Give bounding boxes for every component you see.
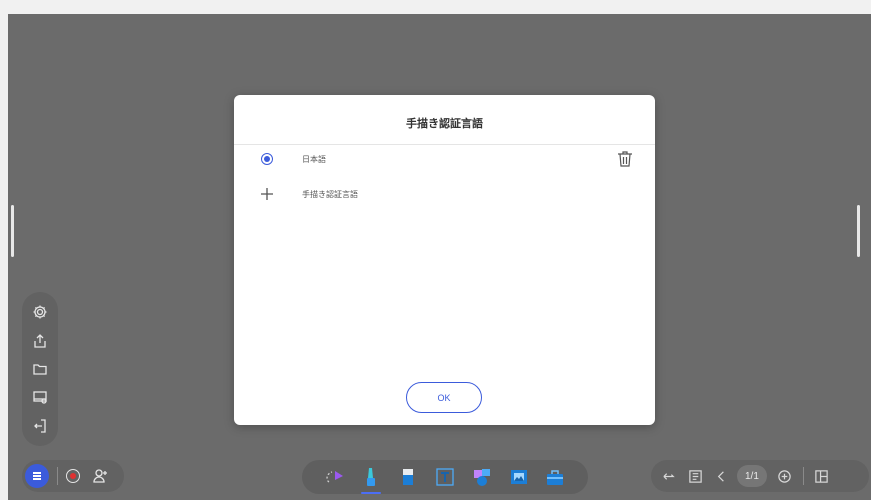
trash-icon bbox=[618, 151, 632, 167]
page-list-icon bbox=[688, 469, 702, 483]
bottom-left-toolbar bbox=[22, 460, 124, 492]
add-language-row[interactable]: 手描き認証言語 bbox=[234, 183, 655, 205]
tool-tray bbox=[302, 460, 588, 494]
record-button[interactable] bbox=[66, 469, 80, 483]
menu-icon bbox=[33, 472, 41, 480]
pen-tool[interactable] bbox=[358, 464, 384, 494]
language-label: 日本語 bbox=[302, 154, 326, 164]
divider bbox=[802, 467, 804, 485]
add-page-button[interactable] bbox=[775, 466, 795, 486]
toolbox-tool[interactable] bbox=[542, 464, 568, 490]
text-tool[interactable] bbox=[432, 464, 458, 490]
page-toolbar: 1/1 bbox=[651, 460, 869, 492]
undo-icon bbox=[662, 472, 675, 480]
right-edge-handle[interactable] bbox=[857, 205, 860, 257]
add-user-button[interactable] bbox=[92, 467, 110, 485]
divider bbox=[57, 467, 58, 485]
radio-selected-dot bbox=[264, 156, 270, 162]
settings-icon[interactable] bbox=[31, 303, 49, 321]
folder-icon[interactable] bbox=[31, 360, 49, 378]
shapes-tool[interactable] bbox=[469, 464, 495, 490]
undo-button[interactable] bbox=[659, 466, 679, 486]
add-page-icon bbox=[778, 469, 792, 483]
layout-icon bbox=[815, 469, 829, 483]
record-icon bbox=[70, 473, 76, 479]
shapes-icon bbox=[473, 469, 490, 486]
export-icon[interactable] bbox=[31, 332, 49, 350]
top-bar bbox=[0, 0, 871, 14]
add-user-icon bbox=[93, 469, 107, 483]
dialog-divider bbox=[234, 144, 655, 145]
lasso-select-tool[interactable] bbox=[321, 464, 347, 490]
prev-page-button[interactable] bbox=[711, 466, 731, 486]
exit-icon[interactable] bbox=[31, 417, 49, 435]
lasso-select-icon bbox=[326, 471, 344, 483]
pen-icon bbox=[367, 468, 376, 486]
left-edge-handle[interactable] bbox=[11, 205, 14, 257]
eraser-tool[interactable] bbox=[395, 464, 421, 490]
handwriting-language-dialog: 手描き認証言語 日本語 手描き認証言語 OK bbox=[234, 95, 655, 425]
delete-language-button[interactable] bbox=[616, 149, 634, 169]
ok-button[interactable]: OK bbox=[406, 382, 482, 413]
prev-page-icon bbox=[717, 470, 724, 482]
image-tool[interactable] bbox=[506, 464, 532, 490]
save-board-icon[interactable] bbox=[31, 388, 49, 406]
text-icon bbox=[436, 468, 454, 486]
plus-icon bbox=[260, 187, 274, 201]
layout-button[interactable] bbox=[812, 466, 832, 486]
add-language-label: 手描き認証言語 bbox=[302, 189, 358, 199]
dialog-title: 手描き認証言語 bbox=[406, 118, 483, 130]
left-tool-panel bbox=[22, 292, 58, 446]
language-row-japanese[interactable]: 日本語 bbox=[234, 148, 655, 170]
page-indicator[interactable]: 1/1 bbox=[737, 465, 767, 487]
image-icon bbox=[510, 470, 527, 484]
eraser-icon bbox=[403, 469, 414, 485]
language-radio[interactable] bbox=[261, 153, 273, 165]
toolbox-icon bbox=[547, 470, 564, 485]
menu-button[interactable] bbox=[25, 464, 49, 488]
page-list-button[interactable] bbox=[685, 466, 705, 486]
